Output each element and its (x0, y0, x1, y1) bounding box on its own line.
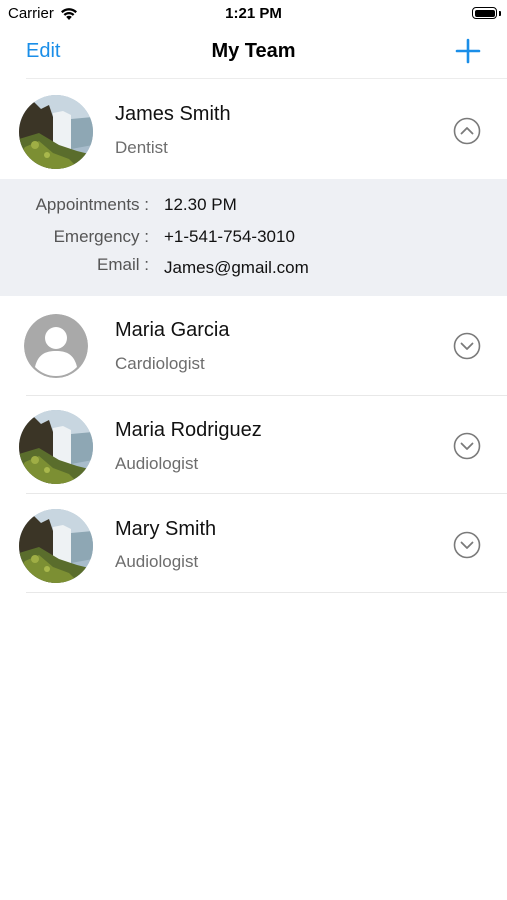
status-bar: Carrier 1:21 PM (0, 0, 507, 28)
member-details-panel: Appointments : 12.30 PM Emergency : +1-5… (0, 179, 507, 296)
waterfall-photo-icon (19, 410, 93, 484)
member-name: Mary Smith (115, 518, 217, 540)
appointments-label: Appointments : (35, 195, 149, 214)
emergency-label: Emergency : (53, 227, 149, 246)
waterfall-photo-icon (19, 95, 93, 169)
nav-divider (26, 78, 507, 79)
team-member-row[interactable]: Maria Garcia Cardiologist (0, 297, 507, 396)
team-member-row[interactable]: Mary Smith Audiologist (0, 494, 507, 593)
member-name: Maria Garcia (115, 319, 230, 341)
member-role: Audiologist (115, 552, 199, 571)
avatar (19, 509, 93, 583)
appointments-value: 12.30 PM (164, 195, 237, 214)
email-label: Email : (97, 255, 149, 274)
member-name: Maria Rodriguez (115, 419, 262, 441)
status-time: 1:21 PM (225, 5, 282, 22)
row-divider (26, 592, 507, 593)
member-role: Audiologist (115, 454, 199, 473)
team-member-row[interactable]: Maria Rodriguez Audiologist (0, 395, 507, 494)
page-title: My Team (211, 40, 296, 62)
chevron-down-circle-icon[interactable] (453, 332, 481, 360)
plus-icon[interactable] (455, 38, 481, 64)
default-person-icon (24, 314, 88, 378)
avatar (19, 410, 93, 484)
battery-icon (472, 7, 497, 19)
avatar (19, 95, 93, 169)
chevron-up-circle-icon[interactable] (453, 117, 481, 145)
member-name: James Smith (115, 103, 231, 125)
chevron-down-circle-icon[interactable] (453, 531, 481, 559)
chevron-down-circle-icon[interactable] (453, 432, 481, 460)
waterfall-photo-icon (19, 509, 93, 583)
team-member-row[interactable]: James Smith Dentist (0, 80, 507, 179)
member-role: Cardiologist (115, 354, 205, 373)
battery-tip (499, 11, 501, 16)
member-role: Dentist (115, 138, 168, 157)
emergency-value[interactable]: +1-541-754-3010 (164, 227, 295, 247)
avatar (24, 314, 88, 378)
navigation-bar: Edit My Team (0, 28, 507, 78)
email-value[interactable]: James@gmail.com (164, 258, 309, 278)
